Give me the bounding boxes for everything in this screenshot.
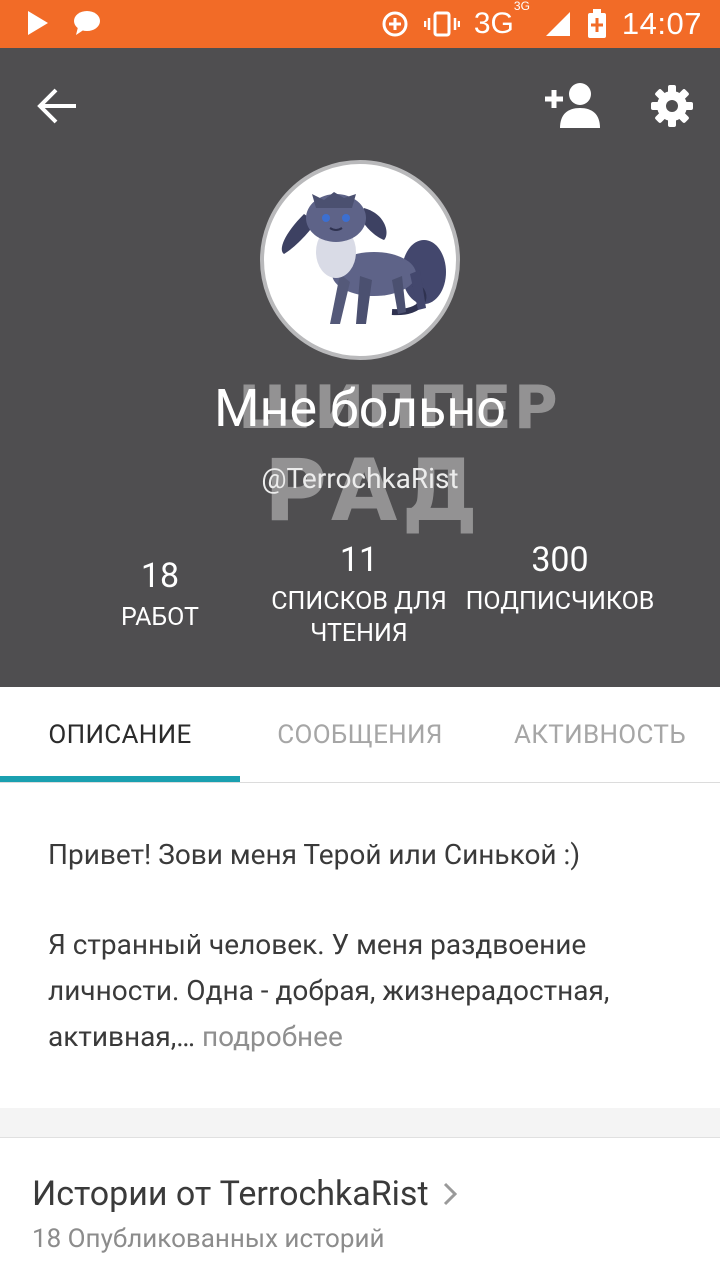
stat-reading-lists-label: СПИСКОВ ДЛЯ ЧТЕНИЯ <box>271 587 447 648</box>
data-saver-icon <box>382 11 408 37</box>
tab-activity[interactable]: АКТИВНОСТЬ <box>480 687 720 783</box>
stories-section-header[interactable]: Истории от TerrochkaRist <box>32 1174 457 1214</box>
status-bar: 3G3G 14:07 <box>0 0 720 48</box>
username: @TerrochkaRist <box>261 462 459 495</box>
read-more-link[interactable]: подробнее <box>202 1020 343 1053</box>
avatar[interactable] <box>260 160 460 360</box>
stat-works[interactable]: 18 РАБОТ <box>80 556 240 634</box>
section-divider <box>0 1108 720 1138</box>
play-store-icon <box>28 11 48 35</box>
tab-description[interactable]: ОПИСАНИЕ <box>0 687 240 783</box>
stat-works-label: РАБОТ <box>121 603 199 632</box>
stat-followers-value: 300 <box>531 540 589 580</box>
profile-tabs: ОПИСАНИЕ СООБЩЕНИЯ АКТИВНОСТЬ <box>0 687 720 783</box>
tab-messages[interactable]: СООБЩЕНИЯ <box>240 687 480 783</box>
tab-description-label: ОПИСАНИЕ <box>48 720 192 750</box>
vibrate-icon <box>423 11 460 37</box>
stat-followers-label: ПОДПИСЧИКОВ <box>465 587 655 616</box>
stories-count: 18 Опубликованных историй <box>32 1224 385 1254</box>
stat-reading-lists[interactable]: 11 СПИСКОВ ДЛЯ ЧТЕНИЯ <box>254 540 464 650</box>
follow-button[interactable] <box>544 80 602 130</box>
arrow-left-icon <box>37 88 76 124</box>
gear-icon <box>651 85 693 127</box>
signal-icon <box>545 12 570 36</box>
message-icon <box>74 11 100 35</box>
back-button[interactable] <box>36 84 80 128</box>
tab-activity-label: АКТИВНОСТЬ <box>514 720 686 750</box>
tab-messages-label: СООБЩЕНИЯ <box>277 720 443 750</box>
network-type: 3G3G <box>473 0 530 40</box>
stories-title: Истории от TerrochkaRist <box>32 1174 429 1214</box>
chevron-right-icon <box>443 1182 457 1206</box>
stat-works-value: 18 <box>140 556 180 596</box>
profile-description: Привет! Зови меня Терой или Синькой :) Я… <box>48 832 688 1060</box>
settings-button[interactable] <box>650 84 694 128</box>
profile-header: ШИППЕР РАД Мне больно @TerrochkaRist 18 … <box>0 48 720 687</box>
add-person-icon <box>545 83 600 128</box>
description-line-1: Привет! Зови меня Терой или Синькой :) <box>48 838 581 871</box>
battery-charging-icon <box>587 9 606 38</box>
description-line-2: Я странный человек. У меня раздвоение ли… <box>48 922 688 1060</box>
stat-followers[interactable]: 300 ПОДПИСЧИКОВ <box>462 540 658 618</box>
stat-reading-lists-value: 11 <box>339 540 379 580</box>
active-tab-indicator <box>0 776 240 782</box>
display-name: Мне больно <box>214 378 506 439</box>
avatar-character-image <box>281 192 446 324</box>
clock: 14:07 <box>621 6 702 41</box>
